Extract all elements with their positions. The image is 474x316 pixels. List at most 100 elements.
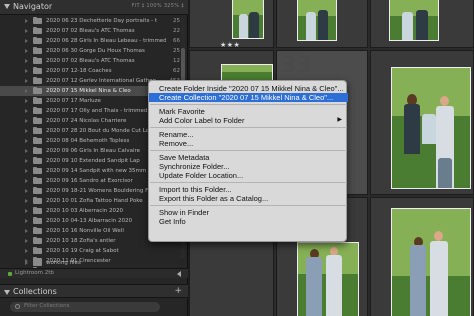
collapse-triangle-icon[interactable] xyxy=(4,4,10,9)
photo-thumbnail[interactable] xyxy=(389,0,439,41)
folder-count: 25 xyxy=(173,18,180,24)
disclosure-triangle-icon[interactable] xyxy=(25,139,28,143)
folder-row-working-files[interactable]: working files xyxy=(0,258,188,268)
menu-item[interactable]: Create Folder Inside "2020 07 15 Mikkel … xyxy=(149,84,348,93)
disclosure-triangle-icon[interactable] xyxy=(25,29,28,33)
folder-row[interactable]: 2020 07 02 Bleau's ATC Thomas 12 xyxy=(0,56,188,66)
grid-cell[interactable] xyxy=(370,0,474,48)
folder-icon xyxy=(33,147,42,154)
folder-icon xyxy=(33,187,42,194)
folder-row[interactable]: 2020 06 28 Girls In Bleau Lebeau - trimm… xyxy=(0,36,188,46)
menu-item[interactable]: Create Collection "2020 07 15 Mikkel Nin… xyxy=(149,93,348,102)
disclosure-triangle-icon[interactable] xyxy=(25,189,28,193)
disclosure-triangle-icon[interactable] xyxy=(25,199,28,203)
filter-collections-input[interactable]: Filter Collections xyxy=(10,302,160,312)
disclosure-triangle-icon[interactable] xyxy=(25,89,28,93)
disclosure-triangle-icon[interactable] xyxy=(25,79,28,83)
menu-item[interactable]: Add Color Label to Folder ▶ xyxy=(149,116,348,125)
disclosure-triangle-icon[interactable] xyxy=(25,19,28,23)
disclosure-triangle-icon[interactable] xyxy=(25,39,28,43)
navigator-header[interactable]: Navigator FIT ‡ 100% 325% ‡ xyxy=(0,0,188,15)
disclosure-triangle-icon[interactable] xyxy=(25,129,28,133)
disclosure-triangle-icon[interactable] xyxy=(25,69,28,73)
collapse-triangle-icon[interactable] xyxy=(4,290,10,295)
volume-row[interactable]: Lightroom 2tb xyxy=(0,268,188,278)
disclosure-triangle-icon[interactable] xyxy=(25,149,28,153)
photo-thumbnail[interactable] xyxy=(297,242,359,316)
disclosure-triangle-icon[interactable] xyxy=(25,219,28,223)
folder-row[interactable]: 2020 06 23 Dechetterie Day portraits - t… xyxy=(0,16,188,26)
folder-icon xyxy=(33,127,42,134)
folder-icon xyxy=(33,177,42,184)
grid-cell[interactable] xyxy=(276,0,368,48)
disclosure-triangle-icon[interactable] xyxy=(25,239,28,243)
disclosure-triangle-icon[interactable] xyxy=(25,179,28,183)
folder-icon xyxy=(33,167,42,174)
folder-icon xyxy=(33,137,42,144)
volume-status-icon xyxy=(8,272,12,276)
disclosure-triangle-icon[interactable] xyxy=(25,159,28,163)
menu-item-label: Show in Finder xyxy=(159,208,210,217)
folder-icon xyxy=(33,117,42,124)
disclosure-triangle-icon[interactable] xyxy=(25,229,28,233)
menu-separator xyxy=(150,205,347,206)
folder-row[interactable]: 2020 07 02 Bleau's ATC Thomas 22 xyxy=(0,26,188,36)
navigator-zoom-options[interactable]: FIT ‡ 100% 325% ‡ xyxy=(132,3,184,9)
grid-cell[interactable] xyxy=(370,50,474,195)
folder-icon xyxy=(33,207,42,214)
disclosure-triangle-icon[interactable] xyxy=(25,99,28,103)
disclosure-triangle-icon[interactable] xyxy=(25,109,28,113)
folder-row[interactable]: 2020 06 30 Gorge Du Houx Thomas 25 xyxy=(0,46,188,56)
photo-thumbnail[interactable] xyxy=(391,208,471,316)
filter-placeholder: Filter Collections xyxy=(24,303,70,309)
menu-separator xyxy=(150,150,347,151)
menu-item[interactable]: Update Folder Location... xyxy=(149,171,348,180)
add-collection-icon[interactable]: + xyxy=(174,286,182,296)
menu-item-label: Create Collection "2020 07 15 Mikkel Nin… xyxy=(159,93,334,102)
folder-count: 22 xyxy=(173,28,180,34)
folder-icon xyxy=(33,237,42,244)
folder-icon xyxy=(33,107,42,114)
menu-item[interactable]: Get Info xyxy=(149,217,348,226)
menu-item[interactable]: Synchronize Folder... xyxy=(149,162,348,171)
folder-row[interactable]: 2020 07 12-18 Coaches 62 xyxy=(0,66,188,76)
folder-icon xyxy=(33,77,42,84)
photo-thumbnail[interactable] xyxy=(391,67,471,189)
menu-item[interactable]: Remove... xyxy=(149,139,348,148)
folder-icon xyxy=(33,197,42,204)
folder-icon xyxy=(33,157,42,164)
menu-item-label: Rename... xyxy=(159,130,194,139)
photo-thumbnail[interactable] xyxy=(232,0,264,39)
menu-item[interactable]: Export this Folder as a Catalog... xyxy=(149,194,348,203)
photo-thumbnail[interactable] xyxy=(297,0,337,41)
rating-stars[interactable]: ★★★ xyxy=(220,41,240,49)
menu-item[interactable]: Show in Finder xyxy=(149,208,348,217)
menu-item[interactable]: Save Metadata xyxy=(149,153,348,162)
menu-item-label: Get Info xyxy=(159,217,186,226)
disclosure-triangle-icon[interactable] xyxy=(25,59,28,63)
menu-separator xyxy=(150,127,347,128)
disclosure-triangle-icon[interactable] xyxy=(25,261,28,265)
folder-name: 2020 06 28 Girls In Bleau Lebeau - trimm… xyxy=(46,38,166,44)
folder-count: 12 xyxy=(173,58,180,64)
disclosure-triangle-icon[interactable] xyxy=(25,169,28,173)
menu-item[interactable]: Rename... xyxy=(149,130,348,139)
menu-item[interactable]: Import to this Folder... xyxy=(149,185,348,194)
folder-name: 2020 06 23 Dechetterie Day portraits - t xyxy=(46,18,158,24)
menu-item-label: Import to this Folder... xyxy=(159,185,232,194)
grid-cell[interactable]: ★★★ xyxy=(189,0,274,49)
folder-icon xyxy=(33,67,42,74)
folder-icon xyxy=(33,217,42,224)
menu-item-label: Add Color Label to Folder xyxy=(159,116,245,125)
folder-row[interactable]: 2020 10 19 Craig at Sabot xyxy=(0,246,188,256)
disclosure-triangle-icon[interactable] xyxy=(25,119,28,123)
menu-item-label: Synchronize Folder... xyxy=(159,162,230,171)
disclosure-triangle-icon[interactable] xyxy=(25,249,28,253)
disclosure-triangle-icon[interactable] xyxy=(25,209,28,213)
volume-arrow-icon[interactable] xyxy=(177,271,181,277)
folder-icon xyxy=(33,57,42,64)
menu-item[interactable]: Mark Favorite xyxy=(149,107,348,116)
collections-header[interactable]: Collections + xyxy=(0,284,188,298)
disclosure-triangle-icon[interactable] xyxy=(25,49,28,53)
grid-cell[interactable] xyxy=(370,197,474,316)
